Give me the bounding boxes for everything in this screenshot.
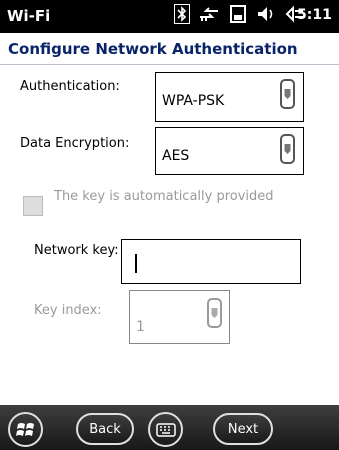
keyboard-icon xyxy=(155,422,176,437)
volume-icon xyxy=(256,4,276,24)
authentication-dropdown-button[interactable] xyxy=(280,79,295,109)
key-index-value: 1 xyxy=(136,319,145,335)
authentication-label: Authentication: xyxy=(20,79,120,94)
start-button[interactable] xyxy=(8,412,43,447)
data-sync-icon xyxy=(198,4,220,24)
encryption-select[interactable]: AES xyxy=(155,127,304,175)
auto-key-checkbox[interactable] xyxy=(23,196,43,216)
next-button[interactable]: Next xyxy=(213,413,273,445)
dropdown-arrow-icon xyxy=(211,308,218,318)
authentication-select[interactable]: WPA-PSK xyxy=(155,72,304,122)
key-index-select[interactable]: 1 xyxy=(129,290,230,344)
page-title: Configure Network Authentication xyxy=(8,40,298,58)
status-icons xyxy=(174,4,306,24)
encryption-dropdown-button[interactable] xyxy=(280,134,295,164)
authentication-value: WPA-PSK xyxy=(162,93,225,109)
key-index-label: Key index: xyxy=(34,303,102,318)
bluetooth-icon xyxy=(174,4,190,24)
encryption-value: AES xyxy=(162,148,190,164)
key-index-dropdown-button[interactable] xyxy=(207,298,222,328)
back-button[interactable]: Back xyxy=(76,413,134,445)
keyboard-button[interactable] xyxy=(148,412,183,447)
battery-icon xyxy=(228,4,248,24)
header-divider xyxy=(0,64,339,65)
status-title: Wi-Fi xyxy=(7,7,51,25)
status-time: 5:11 xyxy=(297,7,332,23)
network-key-label: Network key: xyxy=(34,243,119,258)
page-header: Configure Network Authentication xyxy=(0,33,339,66)
softkey-bar: Back Next xyxy=(0,405,339,450)
status-bar: Wi-Fi 5:11 xyxy=(0,0,339,33)
auto-key-label: The key is automatically provided xyxy=(54,189,274,204)
dropdown-arrow-icon xyxy=(284,89,291,99)
network-key-input[interactable] xyxy=(121,239,301,284)
windows-logo-icon xyxy=(15,422,34,436)
text-caret xyxy=(135,254,137,273)
encryption-label: Data Encryption: xyxy=(20,136,130,151)
dropdown-arrow-icon xyxy=(284,144,291,154)
